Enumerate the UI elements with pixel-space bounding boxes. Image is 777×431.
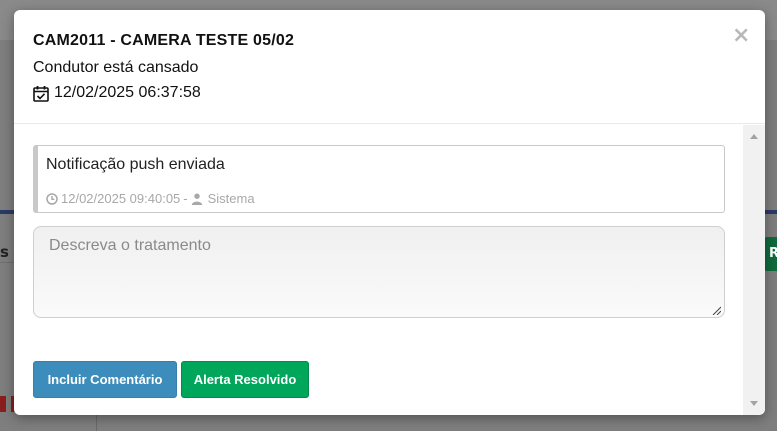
background-badge	[0, 396, 6, 412]
note-separator: -	[183, 191, 188, 206]
event-note: Notificação push enviada 12/02/2025 09:4…	[33, 145, 725, 213]
alert-datetime: 12/02/2025 06:37:58	[33, 84, 201, 102]
resolve-alert-button[interactable]: Alerta Resolvido	[181, 361, 309, 398]
note-meta: 12/02/2025 09:40:05 - Sistema	[46, 191, 255, 206]
note-text: Notificação push enviada	[46, 156, 225, 173]
scroll-up-icon[interactable]	[750, 134, 758, 139]
modal-subtitle: Condutor está cansado	[33, 59, 199, 76]
modal-title: CAM2011 - CAMERA TESTE 05/02	[33, 32, 295, 49]
scrollbar[interactable]	[743, 125, 765, 415]
scroll-down-icon[interactable]	[750, 401, 758, 406]
calendar-check-icon	[33, 85, 49, 102]
background-button-fragment: R	[764, 237, 777, 271]
clock-icon	[46, 192, 58, 205]
note-author: Sistema	[207, 191, 255, 206]
resize-handle-icon[interactable]	[711, 305, 721, 315]
modal-body: Notificação push enviada 12/02/2025 09:4…	[14, 125, 765, 415]
add-comment-button[interactable]: Incluir Comentário	[33, 361, 177, 398]
user-icon	[191, 193, 202, 205]
treatment-textarea[interactable]	[33, 226, 725, 318]
alert-datetime-text: 12/02/2025 06:37:58	[54, 84, 201, 101]
alert-modal: CAM2011 - CAMERA TESTE 05/02 Condutor es…	[14, 10, 765, 415]
modal-header: CAM2011 - CAMERA TESTE 05/02 Condutor es…	[14, 10, 765, 124]
close-icon[interactable]: ×	[732, 25, 750, 47]
note-timestamp: 12/02/2025 09:40:05	[61, 191, 181, 206]
